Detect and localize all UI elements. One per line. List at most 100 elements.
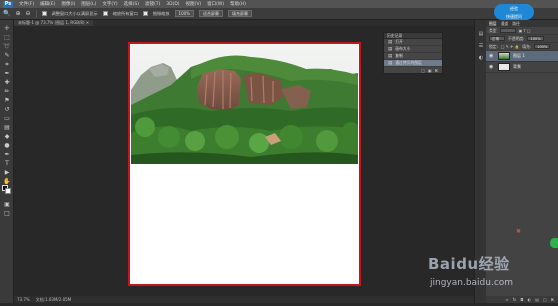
opacity-label: 不透明度: [508,35,525,41]
background-color-swatch[interactable] [5,188,11,194]
menu-help[interactable]: 帮助(H) [230,1,246,7]
zoom-tool-icon[interactable]: 🔍 [3,10,10,17]
fill-screen-button[interactable]: 填充屏幕 [227,10,252,17]
fill-label: 填充: [522,43,532,49]
options-bar: 🔍 ⊕ ⊖ 调整窗口大小以满屏显示 缩放所有窗口 细微缩放 100% 适合屏幕 … [0,8,558,20]
fill-field[interactable]: 100% [534,44,551,49]
clone-stamp-tool-icon[interactable]: ⚑ [2,96,12,105]
history-item-label: 画布大小 [395,46,411,51]
history-panel-footer: □ ▣ ✖ [384,67,442,73]
history-item-label: 复制 [395,53,403,58]
history-panel: 历史记录 ▤ 打开 ▤ 画布大小 ▤ 复制 ▤ 通过拷贝的图层 □ ▣ ✖ [383,32,443,74]
brush-tool-icon[interactable]: ✏ [2,87,12,96]
blur-tool-icon[interactable]: ◆ [2,132,12,141]
history-item-active[interactable]: ▤ 通过拷贝的图层 [384,60,442,67]
blend-mode-select[interactable]: 正常 [489,36,505,41]
pen-tool-icon[interactable]: ✒ [2,150,12,159]
crop-tool-icon[interactable]: ⌗ [2,60,12,69]
healing-brush-tool-icon[interactable]: ✚ [2,78,12,87]
history-item[interactable]: ▤ 画布大小 [384,46,442,53]
layer-row[interactable]: ◉ 背景 [486,62,558,73]
canvas-area[interactable]: 历史记录 ▤ 打开 ▤ 画布大小 ▤ 复制 ▤ 通过拷贝的图层 □ ▣ ✖ [14,26,474,296]
document-size-info: 文档:1.03M/2.05M [35,296,72,302]
eyedropper-tool-icon[interactable]: ✒ [2,69,12,78]
layers-panel-tabs: 图层 通道 路径 [486,20,558,27]
screen-mode-icon[interactable]: □ [2,209,12,218]
menu-3d[interactable]: 3D(D) [166,2,179,7]
menu-window[interactable]: 窗口(W) [207,1,224,7]
tab-layers[interactable]: 图层 [489,21,497,27]
green-side-tab[interactable] [550,238,558,248]
status-bar: 73.7% 文档:1.03M/2.05M [14,296,474,303]
camera-icon[interactable]: ▣ [428,68,432,73]
lock-label: 锁定: [489,43,498,49]
history-state-icon: ▤ [388,46,393,52]
baidu-watermark: Baidu经验 jingyan.baidu.com [428,253,538,301]
jingyan-badge[interactable]: 经验 快速提问 [494,4,534,20]
history-item-label: 打开 [395,39,403,44]
photoshop-window: Ps 文件(F) 编辑(E) 图像(I) 图层(L) 文字(Y) 选择(S) 滤… [0,0,558,306]
gradient-tool-icon[interactable]: ▤ [2,123,12,132]
menu-layer[interactable]: 图层(L) [81,1,96,7]
history-item[interactable]: ▤ 复制 [384,53,442,60]
lasso-tool-icon[interactable]: ➰ [2,42,12,51]
menu-file[interactable]: 文件(F) [19,1,34,7]
eraser-tool-icon[interactable]: ▭ [2,114,12,123]
menu-edit[interactable]: 编辑(E) [40,1,55,7]
menu-view[interactable]: 视图(V) [186,1,202,7]
scrubby-zoom-checkbox[interactable] [142,11,148,16]
blend-row: 正常 不透明度: 100% [486,35,558,43]
red-annotation-icon: ✖ [516,228,522,235]
history-panel-title: 历史记录 [387,32,403,38]
layer-kind-select[interactable] [499,28,516,33]
properties-panel-icon[interactable]: ☰ [477,42,485,50]
tab-channels[interactable]: 通道 [501,21,509,27]
actual-pixels-button[interactable]: 100% [174,10,194,17]
history-state-icon: ▤ [388,53,393,59]
history-panel-icon[interactable]: ▤ [477,30,485,38]
marquee-tool-icon[interactable]: ⬚ [2,33,12,42]
zoom-in-icon[interactable]: ⊕ [15,10,20,17]
lock-row: 锁定: □ ✎ ✛ 🔒 填充: 100% [486,43,558,51]
menu-select[interactable]: 选择(S) [124,1,139,7]
photoshop-logo: Ps [3,0,13,8]
zoom-all-windows-checkbox[interactable] [102,11,108,16]
baidu-logo: Baidu经验 [428,255,510,273]
landscape-photo [131,45,358,164]
filter-icons[interactable]: ▣ T □ [519,28,531,33]
quick-select-tool-icon[interactable]: ✎ [2,51,12,60]
badge-text-1: 经验 [510,6,518,11]
path-select-tool-icon[interactable]: ▶ [2,168,12,177]
opacity-field[interactable]: 100% [527,36,544,41]
zoom-level[interactable]: 73.7% [17,297,30,302]
tab-paths[interactable]: 路径 [512,21,520,27]
lock-icons[interactable]: □ ✎ ✛ 🔒 [501,44,519,49]
fit-screen-button[interactable]: 适合屏幕 [198,10,223,17]
history-brush-tool-icon[interactable]: ↺ [2,105,12,114]
trash-icon[interactable]: ✖ [551,297,554,302]
new-layer-icon[interactable]: □ [543,297,547,302]
adjustments-panel-icon[interactable]: ◐ [477,54,485,62]
resize-windows-checkbox[interactable] [41,11,47,16]
dodge-tool-icon[interactable]: ● [2,141,12,150]
history-item[interactable]: ▤ 打开 [384,39,442,46]
layer-row[interactable]: ◉ 图层 1 [486,51,558,62]
quick-mask-icon[interactable]: ▣ [2,200,12,209]
move-tool-icon[interactable]: ✛ [2,24,12,33]
layer-name: 背景 [513,64,521,69]
layer-thumbnail [498,52,510,60]
menu-type[interactable]: 文字(Y) [102,1,117,7]
menu-image[interactable]: 图像(I) [61,1,75,7]
type-tool-icon[interactable]: T [2,159,12,168]
visibility-eye-icon[interactable]: ◉ [489,64,495,70]
menu-filter[interactable]: 滤镜(T) [145,1,160,7]
visibility-eye-icon[interactable]: ◉ [489,53,495,59]
resize-windows-label: 调整窗口大小以满屏显示 [51,10,98,16]
trash-icon[interactable]: ✖ [435,68,438,73]
document-canvas[interactable] [128,42,361,286]
new-document-icon[interactable]: □ [421,68,425,73]
menu-bar: Ps 文件(F) 编辑(E) 图像(I) 图层(L) 文字(Y) 选择(S) 滤… [0,0,558,8]
layer-thumbnail [498,63,510,71]
history-state-icon: ▤ [388,39,393,45]
zoom-out-icon[interactable]: ⊖ [26,10,31,17]
